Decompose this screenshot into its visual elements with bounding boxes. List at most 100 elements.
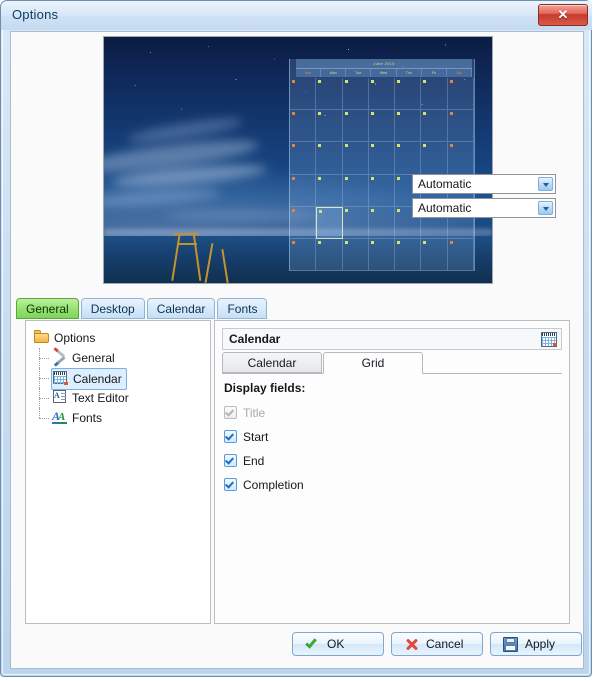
text-document-icon: A [52,389,68,405]
preview-calendar-day-number [370,240,374,244]
preview-calendar-day-number [292,240,295,244]
preview-calendar-day-number [423,144,427,148]
preview-calendar-cell [368,174,396,207]
preview-calendar-cell [316,206,343,239]
preview-calendar-day-number [423,240,427,244]
preview-day-header: Wed [371,69,397,77]
tab-desktop[interactable]: Desktop [80,298,145,319]
dropdown-start-format[interactable]: Automatic [412,174,556,194]
checkbox-start[interactable] [224,430,237,443]
preview-calendar-cell [316,142,343,175]
preview-calendar-day-number [397,176,401,180]
chevron-down-icon[interactable] [538,201,553,215]
preview-calendar-day-number [318,112,322,116]
close-x-icon [404,637,419,652]
close-icon: ✕ [557,7,569,22]
close-button[interactable]: ✕ [538,4,588,26]
apply-button[interactable]: Apply [490,632,582,656]
preview-day-header: Thu [397,69,422,77]
preview-calendar-day-number [370,80,374,83]
preview-calendar-day-headers: Sun Mon Tue Wed Thu Fri Sat [296,69,472,77]
tree-node-calendar[interactable]: Calendar [34,368,206,390]
window-title: Options [12,7,59,22]
preview-calendar-cell [447,238,474,271]
dropdown-value: Automatic [418,177,472,191]
preview-calendar-cell [421,78,448,111]
preview-calendar-day-number [292,144,295,148]
preview-calendar-day-number [318,240,322,244]
tree-node-options[interactable]: Options [34,328,206,348]
client-area: June 2010 Sun Mon Tue Wed Thu Fri Sat Ge… [10,31,584,669]
preview-calendar-day-number [344,80,348,83]
preview-calendar-cell [290,206,317,239]
tree-node-label: Fonts [72,411,103,425]
preview-calendar-cell [342,142,369,175]
preview-calendar-day-number [397,240,401,244]
tree-node-general[interactable]: General [34,347,206,368]
inner-tab-grid[interactable]: Grid [323,352,423,374]
preview-calendar-day-number [292,80,295,83]
dropdown-value: Automatic [418,201,472,215]
preview-calendar-day-number [397,112,401,116]
check-icon [305,636,320,652]
tree-node-label: Options [54,331,96,345]
detail-header-title: Calendar [229,332,281,346]
ok-button[interactable]: OK [292,632,384,656]
cancel-button[interactable]: Cancel [391,632,483,656]
tree-connector [39,348,51,368]
chevron-down-icon[interactable] [538,177,553,191]
preview-calendar-cell [316,78,343,111]
preview-calendar-day-number [449,112,453,116]
preview-calendar-day-number [449,144,453,148]
tree-node-fonts[interactable]: AA Fonts [34,408,206,428]
tab-general[interactable]: General [16,298,79,319]
tools-icon [52,347,68,367]
preview-calendar-day-number [344,144,348,148]
preview-calendar-cell [368,142,396,175]
detail-tab-strip: Calendar Grid [222,352,562,374]
options-tree: Options General Calendar A Text Editor A… [34,328,206,428]
inner-tab-calendar[interactable]: Calendar [222,352,322,373]
detail-header: Calendar [222,328,562,350]
preview-calendar-cell [316,110,343,143]
dropdown-end-format[interactable]: Automatic [412,198,556,218]
tree-node-text-editor[interactable]: A Text Editor [34,388,206,408]
preview-pier-beam [177,243,197,245]
checkbox-completion[interactable] [224,478,237,491]
main-tab-strip: General Desktop Calendar Fonts [16,298,269,320]
preview-calendar-day-number [318,176,322,180]
preview-calendar-day-number [318,144,322,148]
preview-calendar-day-number [344,240,348,244]
preview-calendar-cell [342,206,369,239]
tab-fonts[interactable]: Fonts [217,298,268,319]
preview-calendar-cell [342,110,369,143]
title-bar: Options ✕ [1,1,592,30]
preview-calendar-day-number [370,176,374,180]
preview-calendar-day-number [319,209,323,213]
preview-calendar-day-number [370,208,374,212]
preview-day-header: Tue [346,69,372,77]
preview-calendar-cell [290,142,317,175]
button-label: Apply [525,637,556,651]
preview-calendar-day-number [370,112,374,116]
preview-calendar-day-number [449,240,453,244]
checkbox-end[interactable] [224,454,237,467]
display-fields-label: Display fields: [224,381,306,395]
preview-calendar-cell [395,238,422,271]
preview-day-header: Sat [447,69,472,77]
preview-calendar-day-number [318,80,322,83]
preview-calendar-cell [368,238,396,271]
tree-connector [39,368,51,388]
preview-calendar-cell [316,238,343,271]
checkbox-title [224,406,237,419]
options-tree-panel: Options General Calendar A Text Editor A… [25,320,211,624]
preview-calendar-day-number [344,112,348,116]
tree-node-label: General [72,351,115,365]
preview-calendar-day-number [292,208,295,212]
wallpaper-preview[interactable]: June 2010 Sun Mon Tue Wed Thu Fri Sat [103,36,493,284]
tree-connector [39,388,51,408]
preview-calendar-day-number [449,80,453,83]
tab-calendar[interactable]: Calendar [146,298,216,319]
tree-node-label: Calendar [73,372,122,386]
preview-day-header: Sun [296,69,322,77]
